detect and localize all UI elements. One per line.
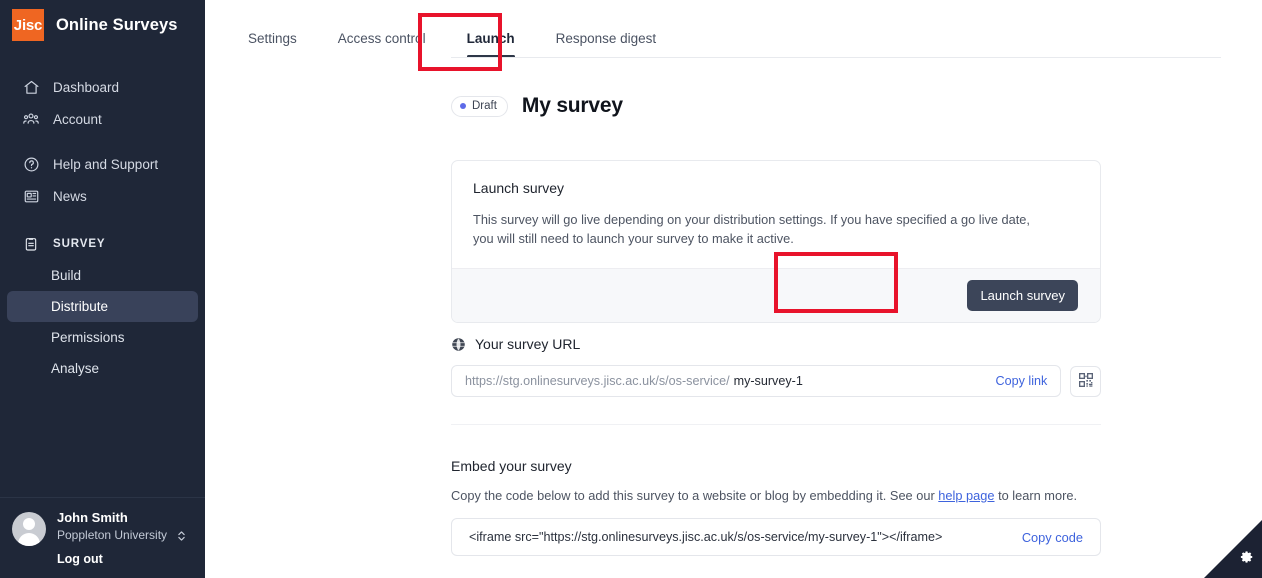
gear-icon [1240, 550, 1254, 569]
sidebar-item-label: Analyse [51, 361, 100, 376]
sidebar-section-label: SURVEY [53, 238, 106, 250]
sidebar-item-label: Permissions [51, 330, 125, 345]
sidebar-item-label: Help and Support [53, 156, 159, 172]
sidebar-item-label: News [53, 188, 87, 204]
embed-code-text: <iframe src="https://stg.onlinesurveys.j… [469, 530, 943, 544]
status-dot-icon [460, 103, 466, 109]
qr-code-icon [1078, 372, 1094, 391]
embed-description-after: to learn more. [994, 488, 1078, 503]
launch-card-footer: Launch survey [452, 268, 1100, 322]
embed-title: Embed your survey [451, 458, 572, 474]
profile-text: John Smith Poppleton University [57, 510, 186, 543]
sidebar-item-distribute[interactable]: Distribute [7, 291, 198, 322]
survey-url-field[interactable]: https://stg.onlinesurveys.jisc.ac.uk/s/o… [451, 365, 1062, 397]
tab-response-digest[interactable]: Response digest [556, 31, 657, 58]
chevron-up-down-icon [177, 529, 186, 543]
launch-card-body: Launch survey This survey will go live d… [452, 161, 1100, 268]
tab-access-control[interactable]: Access control [338, 31, 426, 58]
user-profile[interactable]: John Smith Poppleton University [0, 510, 205, 546]
tab-bar-divider [451, 57, 1221, 58]
tab-launch[interactable]: Launch [466, 31, 515, 58]
main-content: Settings Access control Launch Response … [205, 0, 1262, 578]
organisation-name: Poppleton University [57, 528, 168, 542]
launch-card-title: Launch survey [473, 180, 565, 196]
sidebar: Jisc Online Surveys Dashboard Account He… [0, 0, 205, 578]
globe-icon [451, 337, 466, 352]
qr-code-button[interactable] [1070, 365, 1101, 397]
logout-button[interactable]: Log out [57, 552, 103, 566]
clipboard-icon [21, 234, 41, 254]
primary-nav: Dashboard Account Help and Support News [0, 71, 205, 212]
sidebar-section-survey: SURVEY [7, 228, 198, 260]
survey-url-row: https://stg.onlinesurveys.jisc.ac.uk/s/o… [451, 352, 1101, 397]
sidebar-item-build[interactable]: Build [7, 260, 198, 291]
section-divider [451, 424, 1101, 425]
sidebar-item-label: Build [51, 268, 82, 283]
launch-survey-card: Launch survey This survey will go live d… [451, 160, 1101, 323]
survey-url-slug: my-survey-1 [733, 374, 803, 388]
brand-title: Online Surveys [56, 15, 178, 34]
copy-link-button[interactable]: Copy link [996, 374, 1048, 388]
brand[interactable]: Jisc Online Surveys [0, 0, 205, 50]
launch-survey-button[interactable]: Launch survey [967, 280, 1078, 311]
people-icon [21, 109, 41, 129]
page-title: My survey [521, 94, 623, 117]
survey-url-heading-label: Your survey URL [475, 336, 581, 352]
sidebar-item-label: Dashboard [53, 79, 120, 95]
user-name: John Smith [57, 510, 128, 525]
tab-settings[interactable]: Settings [248, 31, 297, 58]
sidebar-item-analyse[interactable]: Analyse [7, 353, 198, 384]
page-header: Draft My survey [205, 94, 1262, 118]
embed-description: Copy the code below to add this survey t… [451, 488, 1101, 503]
jisc-logo: Jisc [12, 9, 44, 41]
sidebar-item-help-and-support[interactable]: Help and Support [7, 148, 198, 180]
avatar [12, 512, 46, 546]
help-page-link[interactable]: help page [938, 488, 994, 503]
app-root: Jisc Online Surveys Dashboard Account He… [0, 0, 1262, 578]
embed-description-before: Copy the code below to add this survey t… [451, 488, 939, 503]
embed-code-field[interactable]: <iframe src="https://stg.onlinesurveys.j… [451, 518, 1101, 556]
survey-url-heading: Your survey URL [451, 336, 1101, 352]
status-badge: Draft [451, 95, 508, 117]
survey-url-prefix: https://stg.onlinesurveys.jisc.ac.uk/s/o… [465, 374, 730, 388]
organisation-row[interactable]: Poppleton University [57, 528, 186, 543]
sidebar-item-label: Distribute [51, 299, 109, 314]
copy-code-button[interactable]: Copy code [1022, 530, 1083, 545]
sidebar-item-account[interactable]: Account [7, 103, 198, 135]
sidebar-item-label: Account [53, 111, 102, 127]
status-badge-label: Draft [472, 100, 497, 112]
sidebar-item-dashboard[interactable]: Dashboard [7, 71, 198, 103]
sidebar-item-permissions[interactable]: Permissions [7, 322, 198, 353]
sidebar-footer: John Smith Poppleton University Log out [0, 497, 205, 578]
embed-section: Embed your survey Copy the code below to… [451, 458, 1101, 556]
sidebar-item-news[interactable]: News [7, 180, 198, 212]
tab-bar: Settings Access control Launch Response … [205, 0, 1262, 58]
home-icon [21, 77, 41, 97]
newspaper-icon [21, 186, 41, 206]
question-circle-icon [21, 154, 41, 174]
survey-url-section: Your survey URL https://stg.onlinesurvey… [451, 336, 1101, 397]
support-corner-widget[interactable] [1204, 520, 1262, 578]
launch-card-description: This survey will go live depending on yo… [473, 212, 1030, 246]
